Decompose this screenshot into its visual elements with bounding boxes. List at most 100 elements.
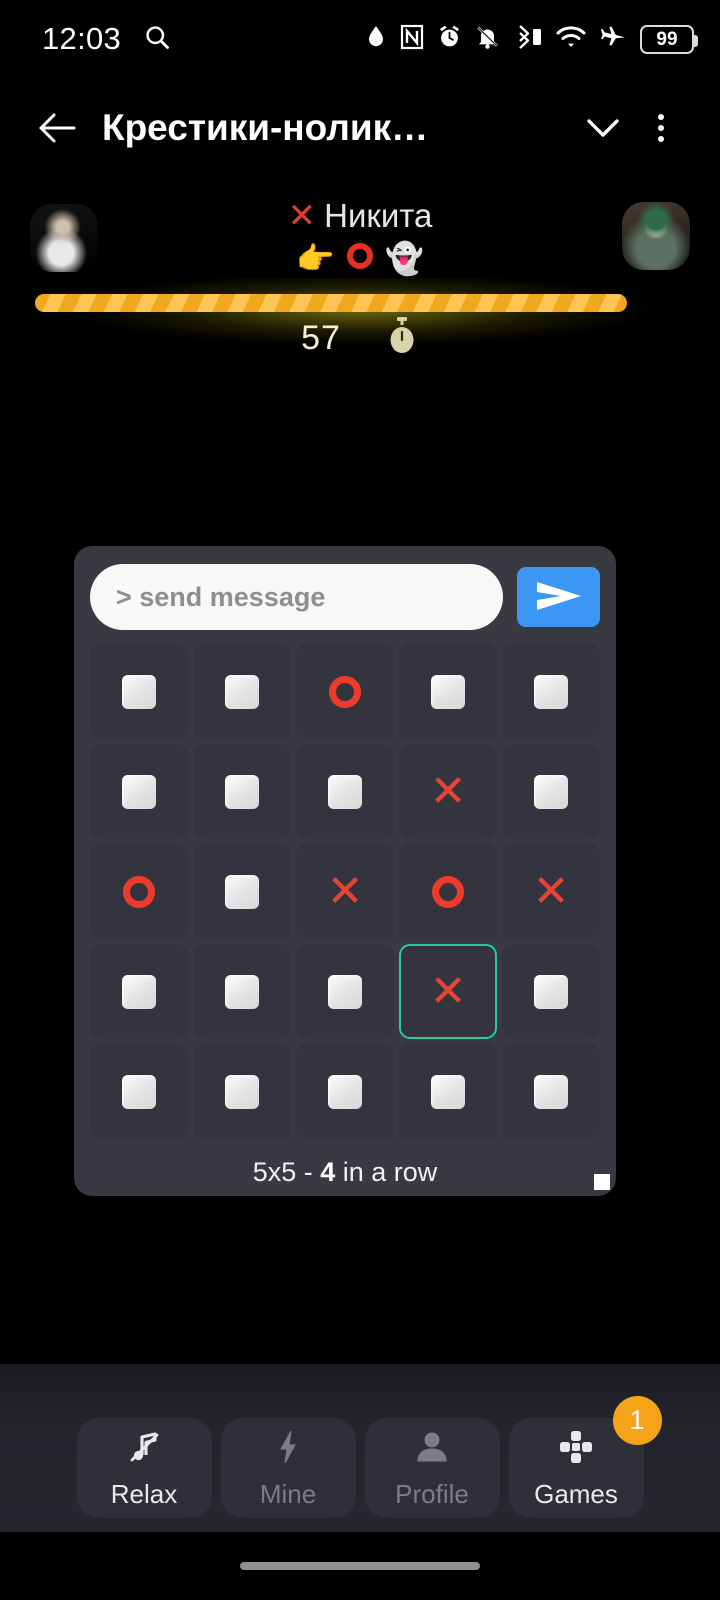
board-cell-0-2[interactable] bbox=[296, 644, 394, 739]
timer-zone: 57 bbox=[0, 278, 720, 361]
bluetooth-battery-icon bbox=[513, 24, 543, 55]
player-right-avatar[interactable] bbox=[622, 202, 690, 270]
board-cell-3-0[interactable] bbox=[90, 944, 188, 1039]
cell-empty-icon bbox=[225, 974, 259, 1009]
person-icon bbox=[412, 1427, 452, 1472]
overflow-menu-button[interactable] bbox=[632, 99, 690, 157]
board-cell-3-2[interactable] bbox=[296, 944, 394, 1039]
cell-empty-icon bbox=[431, 1074, 465, 1109]
cell-empty-icon bbox=[122, 974, 156, 1009]
battery-icon: 99 bbox=[640, 24, 698, 54]
current-turn-row: ✕ Никита bbox=[288, 199, 433, 233]
cell-empty-icon bbox=[225, 1074, 259, 1109]
cell-mark-o-icon bbox=[432, 875, 464, 908]
board-cell-3-4[interactable] bbox=[502, 944, 600, 1039]
nfc-icon bbox=[400, 24, 424, 55]
cell-mark-o-icon bbox=[123, 875, 155, 908]
board-cell-4-1[interactable] bbox=[193, 1044, 291, 1139]
board-cell-4-4[interactable] bbox=[502, 1044, 600, 1139]
board-cell-0-3[interactable] bbox=[399, 644, 497, 739]
nav-item-relax[interactable]: Relax bbox=[76, 1418, 212, 1518]
turn-info: ✕ Никита 👉 👻 bbox=[288, 199, 433, 274]
caption-win-length: 4 bbox=[320, 1157, 336, 1187]
board-cell-0-1[interactable] bbox=[193, 644, 291, 739]
status-clock: 12:03 bbox=[42, 21, 122, 56]
cell-mark-x-icon: ✕ bbox=[326, 866, 364, 916]
board-cell-1-0[interactable] bbox=[90, 744, 188, 839]
cell-empty-icon bbox=[225, 874, 259, 909]
app-bar: Крестики-нолик… bbox=[0, 78, 720, 178]
board-cell-0-0[interactable] bbox=[90, 644, 188, 739]
music-off-icon bbox=[124, 1427, 164, 1472]
board-cell-1-1[interactable] bbox=[193, 744, 291, 839]
turn-mark-o-icon bbox=[346, 242, 373, 274]
board-caption: 5x5 - 4 in a row bbox=[90, 1157, 600, 1188]
dpad-icon bbox=[556, 1427, 596, 1472]
send-button[interactable] bbox=[517, 567, 600, 627]
board-cell-0-4[interactable] bbox=[502, 644, 600, 739]
collapse-button[interactable] bbox=[574, 99, 632, 157]
status-bar-left: 12:03 bbox=[42, 21, 171, 57]
cell-mark-o-icon bbox=[329, 675, 361, 708]
more-vertical-icon bbox=[658, 114, 664, 142]
message-row bbox=[90, 560, 600, 634]
nav-item-label: Games bbox=[534, 1478, 618, 1509]
player-left-avatar[interactable] bbox=[30, 204, 98, 272]
nav-item-label: Relax bbox=[110, 1478, 178, 1509]
water-drop-icon bbox=[365, 24, 387, 55]
nav-item-profile[interactable]: Profile bbox=[364, 1418, 500, 1518]
timer-row: 57 bbox=[0, 316, 720, 361]
stopwatch-icon bbox=[385, 316, 419, 361]
nav-item-games[interactable]: Games 1 bbox=[508, 1396, 662, 1518]
nav-item-label: Mine bbox=[259, 1478, 317, 1509]
cell-empty-icon bbox=[534, 774, 568, 809]
back-button[interactable] bbox=[26, 97, 88, 159]
send-message-input[interactable] bbox=[90, 564, 503, 630]
cell-empty-icon bbox=[431, 674, 465, 709]
board-cell-4-2[interactable] bbox=[296, 1044, 394, 1139]
turn-mark-x-icon: ✕ bbox=[287, 196, 317, 235]
pointing-hand-icon: 👉 bbox=[296, 240, 335, 276]
cell-empty-icon bbox=[122, 674, 156, 709]
cell-mark-x-icon: ✕ bbox=[532, 866, 570, 916]
alarm-clock-icon bbox=[437, 24, 462, 55]
board-cell-2-0[interactable] bbox=[90, 844, 188, 939]
gesture-bar[interactable] bbox=[240, 1562, 480, 1570]
cell-empty-icon bbox=[122, 774, 156, 809]
board-cell-4-0[interactable] bbox=[90, 1044, 188, 1139]
timer-value: 57 bbox=[301, 319, 341, 357]
board-cell-2-2[interactable]: ✕ bbox=[296, 844, 394, 939]
turn-player-name: Никита bbox=[324, 197, 433, 234]
timer-progress-bar bbox=[35, 294, 627, 312]
ghost-icon: 👻 bbox=[384, 240, 424, 276]
status-bar: 12:03 99 bbox=[0, 0, 720, 78]
cell-empty-icon bbox=[122, 1074, 156, 1109]
board-cell-1-2[interactable] bbox=[296, 744, 394, 839]
board-cell-1-3[interactable]: ✕ bbox=[399, 744, 497, 839]
game-board[interactable]: ✕ ✕ ✕ ✕ bbox=[90, 644, 600, 1139]
battery-level: 99 bbox=[656, 28, 678, 50]
board-cell-2-1[interactable] bbox=[193, 844, 291, 939]
search-icon[interactable] bbox=[143, 23, 171, 56]
board-cell-1-4[interactable] bbox=[502, 744, 600, 839]
cell-empty-icon bbox=[534, 974, 568, 1009]
send-icon bbox=[533, 579, 585, 616]
status-emoji-row: 👉 👻 bbox=[288, 240, 433, 276]
bottom-nav: Relax Mine Profile Games 1 bbox=[0, 1396, 720, 1522]
nav-item-label: Profile bbox=[395, 1478, 469, 1509]
board-cell-4-3[interactable] bbox=[399, 1044, 497, 1139]
board-cell-2-4[interactable]: ✕ bbox=[502, 844, 600, 939]
airplane-mode-icon bbox=[599, 24, 627, 55]
game-panel: ✕ ✕ ✕ ✕ 5x5 - 4 in a row bbox=[74, 546, 616, 1196]
cell-mark-x-icon: ✕ bbox=[429, 766, 467, 816]
board-cell-3-1[interactable] bbox=[193, 944, 291, 1039]
resize-handle[interactable] bbox=[594, 1174, 610, 1190]
wifi-icon bbox=[556, 24, 586, 55]
cell-empty-icon bbox=[534, 1074, 568, 1109]
board-cell-2-3[interactable] bbox=[399, 844, 497, 939]
status-bar-right: 99 bbox=[365, 24, 698, 55]
page-title: Крестики-нолик… bbox=[102, 107, 429, 148]
nav-badge: 1 bbox=[612, 1396, 662, 1445]
board-cell-3-3[interactable]: ✕ bbox=[399, 944, 497, 1039]
nav-item-mine[interactable]: Mine bbox=[220, 1418, 356, 1518]
